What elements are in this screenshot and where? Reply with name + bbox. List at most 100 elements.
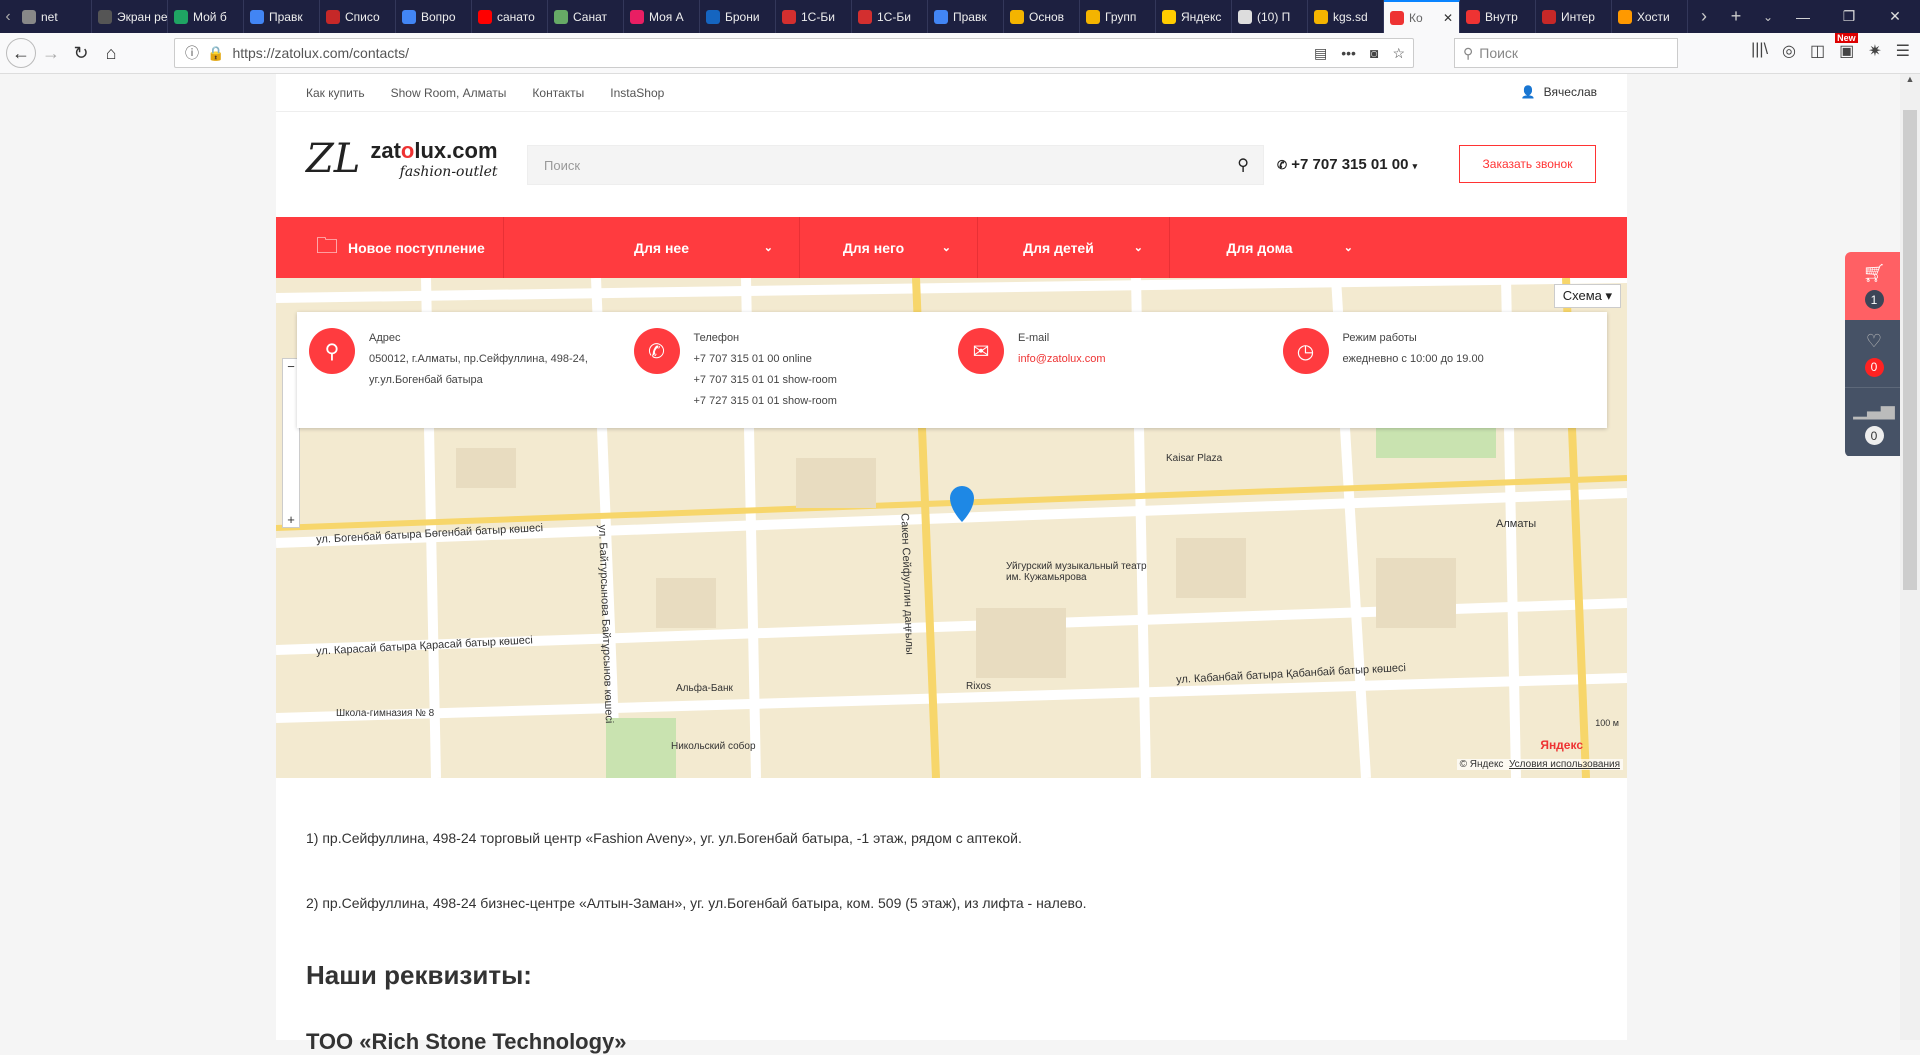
browser-tab[interactable]: Вопро	[396, 0, 472, 33]
favicon-icon	[858, 9, 872, 24]
chevron-down-icon: ⌄	[1343, 242, 1353, 254]
wishlist-button[interactable]: ♡ 0	[1845, 320, 1903, 388]
browser-tab[interactable]: kgs.sd	[1308, 0, 1384, 33]
page: Как купить Show Room, Алматы Контакты In…	[276, 74, 1627, 1054]
scrollbar[interactable]: ▲	[1900, 74, 1920, 1040]
chevron-down-icon: ⌄	[941, 242, 951, 254]
link-showroom[interactable]: Show Room, Алматы	[391, 86, 507, 100]
new-tab-button[interactable]: +	[1720, 6, 1752, 27]
extension-icon[interactable]: ◎	[1782, 41, 1796, 61]
browser-tab[interactable]: санато	[472, 0, 548, 33]
url-bar[interactable]: ⓘ 🔒 https://zatolux.com/contacts/ ▤ ••• ◙ ☆	[174, 38, 1414, 68]
tab-bar: ‹ net Экран рег Мой б Правк Списо Вопро санато…	[0, 0, 1920, 33]
contact-email: ✉ E-mail info@zatolux.com	[958, 328, 1283, 428]
browser-search-input[interactable]: ⚲ Поиск	[1454, 38, 1678, 68]
logo[interactable]: ZL zatolux.com fashion-outlet	[306, 136, 498, 182]
browser-tab[interactable]: Ко ✕	[1384, 0, 1460, 33]
favicon-icon	[326, 9, 340, 24]
favicon-icon	[174, 9, 188, 24]
menu-for-home[interactable]: Для дома ⌄	[1169, 217, 1379, 278]
browser-tab[interactable]: (10) П	[1232, 0, 1308, 33]
email-link[interactable]: info@zatolux.com	[1018, 353, 1106, 365]
nav-toolbar: ← → ↻ ⌂ ⓘ 🔒 https://zatolux.com/contacts…	[0, 33, 1920, 74]
cart-icon: 🛒︎	[1862, 263, 1886, 283]
favicon-icon	[1162, 9, 1176, 24]
tabs-scroll-left[interactable]: ‹	[0, 8, 16, 26]
bar-chart-icon: ▁▃▅	[1853, 399, 1895, 419]
sidebar-icon[interactable]: ◫	[1810, 41, 1825, 61]
puzzle-icon[interactable]: ✷	[1868, 41, 1881, 61]
favicon-icon	[1010, 9, 1024, 24]
map-type-button[interactable]: Схема ▾	[1553, 284, 1621, 308]
browser-tab[interactable]: Яндекс	[1156, 0, 1232, 33]
more-actions-icon[interactable]: •••	[1341, 45, 1356, 62]
menu-for-kids[interactable]: Для детей ⌄	[977, 217, 1169, 278]
request-call-button[interactable]: Заказать звонок	[1459, 145, 1596, 183]
envelope-icon: ✉	[958, 328, 1004, 374]
tabs-scroll-right[interactable]: ›	[1688, 6, 1720, 27]
site-search-input[interactable]: Поиск ⚲	[527, 145, 1264, 185]
favicon-icon	[22, 9, 36, 24]
compare-button[interactable]: ▁▃▅ 0	[1845, 388, 1903, 456]
home-button[interactable]: ⌂	[96, 38, 126, 68]
link-instashop[interactable]: InstaShop	[610, 86, 664, 100]
user-account[interactable]: 👤 Вячеслав	[1521, 85, 1597, 99]
yandex-logo: Яндекс	[1540, 738, 1583, 752]
map-terms-link[interactable]: Условия использования	[1509, 759, 1620, 770]
search-icon[interactable]: ⚲	[1237, 155, 1249, 175]
reload-button[interactable]: ↻	[66, 38, 96, 68]
menu-new-arrivals[interactable]: 🗀 Новое поступление	[276, 217, 503, 278]
link-how-to-buy[interactable]: Как купить	[306, 86, 365, 100]
reader-view-icon[interactable]: ▤	[1314, 45, 1327, 62]
close-window-button[interactable]: ✕	[1872, 0, 1918, 33]
minimize-button[interactable]: —	[1780, 0, 1826, 33]
phone-dropdown[interactable]: ✆ +7 707 315 01 00 ▾	[1277, 156, 1417, 173]
favicon-icon	[402, 9, 416, 24]
favicon-icon	[478, 9, 492, 24]
browser-tab[interactable]: Основ	[1004, 0, 1080, 33]
favicon-icon	[782, 9, 796, 24]
browser-tab[interactable]: Правк	[244, 0, 320, 33]
yandex-map[interactable]: ул. Богенбай батыра Бөгенбай батыр көшес…	[276, 278, 1627, 778]
contact-phone: ✆ Телефон +7 707 315 01 00 online +7 707 31…	[633, 328, 959, 428]
bookmark-star-icon[interactable]: ☆	[1392, 45, 1405, 62]
cart-button[interactable]: 🛒︎ 1	[1845, 252, 1903, 320]
browser-tab[interactable]: Внутр	[1460, 0, 1536, 33]
chevron-down-icon: ⌄	[1133, 242, 1143, 254]
browser-tab[interactable]: Экран рег	[92, 0, 168, 33]
browser-tab[interactable]: Групп	[1080, 0, 1156, 33]
forward-button[interactable]: →	[36, 38, 66, 68]
info-icon[interactable]: ⓘ	[185, 43, 199, 63]
browser-tab[interactable]: net	[16, 0, 92, 33]
logo-name: zatolux.com	[370, 138, 498, 163]
browser-tab[interactable]: Списо	[320, 0, 396, 33]
menu-for-him[interactable]: Для него ⌄	[799, 217, 977, 278]
favicon-icon	[630, 9, 644, 24]
close-tab-icon[interactable]: ✕	[1443, 11, 1453, 25]
back-button[interactable]: ←	[6, 38, 36, 68]
browser-tab[interactable]: Хости	[1612, 0, 1688, 33]
browser-tab[interactable]: Правк	[928, 0, 1004, 33]
heart-icon: ♡	[1865, 330, 1883, 351]
browser-tab[interactable]: 1С-Би	[852, 0, 928, 33]
link-contacts[interactable]: Контакты	[532, 86, 584, 100]
restore-button[interactable]: ❐	[1826, 0, 1872, 33]
browser-tab[interactable]: Моя А	[624, 0, 700, 33]
scrollbar-thumb[interactable]	[1903, 110, 1917, 590]
chevron-down-icon: ⌄	[763, 242, 773, 254]
address-2: 2) пр.Сейфуллина, 498-24 бизнес-центре «…	[306, 895, 1087, 911]
pocket-icon[interactable]: ◙	[1370, 45, 1378, 62]
browser-tab[interactable]: Санат	[548, 0, 624, 33]
browser-tab[interactable]: Интер	[1536, 0, 1612, 33]
menu-for-her[interactable]: Для нее ⌄	[503, 217, 799, 278]
url-text: https://zatolux.com/contacts/	[232, 45, 410, 61]
browser-tab[interactable]: 1С-Би	[776, 0, 852, 33]
map-scale: 100 м	[1595, 718, 1619, 728]
new-extension-icon[interactable]: ▣ New	[1835, 33, 1858, 61]
map-pin-icon: ⚲	[309, 328, 355, 374]
browser-tab[interactable]: Мой б	[168, 0, 244, 33]
library-icon[interactable]: |||\	[1751, 41, 1768, 61]
menu-icon[interactable]: ☰	[1896, 41, 1910, 61]
requisites-heading: Наши реквизиты:	[306, 960, 532, 990]
browser-tab[interactable]: Брони	[700, 0, 776, 33]
